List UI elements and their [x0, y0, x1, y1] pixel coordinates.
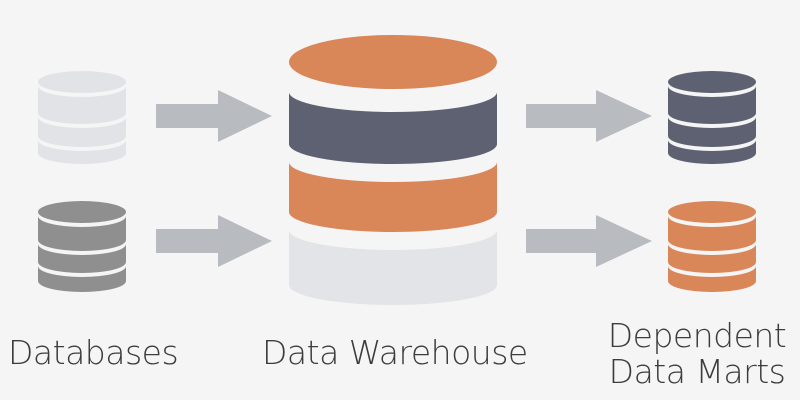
databases-label: Databases	[8, 333, 179, 372]
dependent-data-marts-label-line1: Dependent	[607, 316, 787, 355]
arrow-right-icon	[526, 90, 652, 142]
data-warehouse-label: Data Warehouse	[262, 333, 528, 372]
dependent-data-marts-label: Dependent Data Marts	[606, 318, 788, 390]
database-icon	[668, 201, 756, 292]
arrow-right-icon	[526, 215, 652, 267]
data-warehouse-cylinder	[289, 35, 497, 305]
database-icon	[38, 71, 126, 164]
arrow-right-icon	[156, 90, 272, 142]
dependent-data-marts-label-line2: Data Marts	[608, 352, 786, 391]
arrow-right-icon	[156, 215, 272, 267]
database-icon	[38, 201, 126, 292]
database-icon	[668, 71, 756, 164]
